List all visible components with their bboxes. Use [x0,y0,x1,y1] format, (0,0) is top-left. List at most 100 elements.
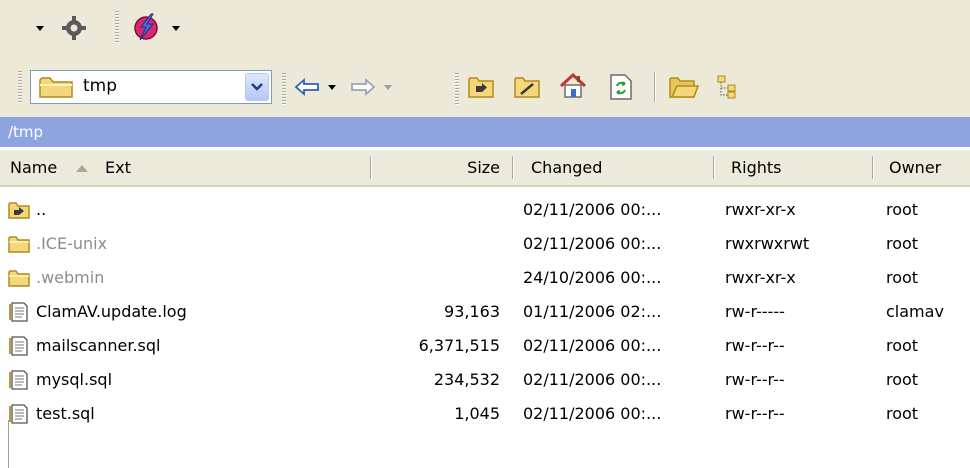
file-owner: root [886,404,919,423]
column-header-rights[interactable]: Rights [731,150,871,185]
file-changed: 01/11/2006 02:... [523,302,662,321]
file-rights: rwxrwxrwt [725,234,810,253]
folder-up-icon [468,77,494,98]
column-header-ext-label: Ext [105,158,131,177]
file-owner: clamav [886,302,944,321]
parent-directory-button[interactable] [464,72,498,102]
preferences-button[interactable] [60,14,88,42]
file-size: 6,371,515 [418,336,500,355]
text-file-icon [9,404,28,424]
tree-view-button[interactable] [712,72,742,102]
column-header-name-label: Name [10,158,58,177]
list-item[interactable]: mailscanner.sql 6,371,515 02/11/2006 00:… [0,329,970,363]
folder-up-icon [8,202,30,219]
file-size: 93,163 [444,302,500,321]
forward-button[interactable] [346,72,380,102]
column-header-size[interactable]: Size [372,150,500,185]
file-name: mysql.sql [36,370,113,389]
toolbar-separator [654,72,656,102]
folder-icon [39,77,73,98]
refresh-button[interactable] [604,72,638,102]
column-header-changed-label: Changed [531,158,603,177]
arrow-left-icon [294,78,319,96]
root-directory-button[interactable] [510,72,544,102]
location-text: tmp [83,76,118,96]
forward-dropdown-button[interactable] [380,80,396,94]
arrow-right-icon [351,78,376,96]
file-rights: rw-r--r-- [725,370,785,389]
file-rights: rw-r----- [725,302,785,321]
home-icon [559,73,587,98]
file-name: .. [36,200,47,219]
file-changed: 24/10/2006 00:... [523,268,662,287]
file-owner: root [886,200,919,219]
file-size: 1,045 [454,404,500,423]
file-size: 234,532 [433,370,500,389]
column-header-name[interactable]: Name [0,150,370,185]
location-dropdown-button[interactable] [245,73,269,101]
file-size [372,193,500,227]
gear-icon [62,16,86,40]
back-dropdown-button[interactable] [324,80,340,94]
column-header-rights-label: Rights [731,158,782,177]
column-header-owner-label: Owner [889,158,942,177]
file-owner: root [886,268,919,287]
file-changed: 02/11/2006 00:... [523,370,662,389]
chevron-down-icon [328,84,336,90]
chevron-down-icon [384,84,392,90]
file-owner: root [886,336,919,355]
column-header-owner[interactable]: Owner [889,150,969,185]
current-path-bar: /tmp [0,117,970,147]
file-changed: 02/11/2006 00:... [523,336,662,355]
column-divider[interactable] [713,156,714,179]
file-rights: rwxr-xr-x [725,268,796,287]
file-owner: root [886,234,919,253]
file-rights: rw-r--r-- [725,336,785,355]
location-combobox[interactable]: tmp [30,70,272,104]
file-name: mailscanner.sql [36,336,161,355]
toolbar-area: tmp [0,0,970,117]
list-item[interactable]: test.sql 1,045 02/11/2006 00:... rw-r--r… [0,397,970,431]
column-header-ext[interactable]: Ext [105,150,165,185]
sort-ascending-icon [76,165,89,172]
left-edge-line [8,420,9,468]
chevron-down-icon [172,25,180,31]
column-divider[interactable] [512,156,513,179]
open-directory-button[interactable] [666,72,702,102]
file-rights: rwxr-xr-x [725,200,796,219]
folder-open-icon [669,77,699,98]
column-header-changed[interactable]: Changed [531,150,711,185]
toolbar-grip[interactable] [115,10,119,44]
toolbar-grip[interactable] [282,72,286,106]
file-name: test.sql [36,404,95,423]
session-button[interactable] [128,10,164,44]
text-file-icon [9,302,28,322]
file-changed: 02/11/2006 00:... [523,234,662,253]
file-name: .webmin [36,268,105,287]
list-item[interactable]: .webmin 24/10/2006 00:... rwxr-xr-x root [0,261,970,295]
dropdown-arrow-button[interactable] [32,20,48,36]
list-item[interactable]: mysql.sql 234,532 02/11/2006 00:... rw-r… [0,363,970,397]
folder-root-icon [514,77,540,98]
folder-icon [8,270,30,287]
text-file-icon [9,370,28,390]
column-divider[interactable] [370,156,371,179]
toolbar-grip[interactable] [18,70,22,104]
toolbar-grip[interactable] [455,72,459,106]
back-button[interactable] [290,72,324,102]
file-name: ClamAV.update.log [36,302,187,321]
chevron-down-icon [36,25,44,31]
folder-icon [8,236,30,253]
file-size [372,227,500,261]
home-directory-button[interactable] [556,70,590,102]
file-size [372,261,500,295]
column-divider[interactable] [872,156,873,179]
session-dropdown-button[interactable] [168,20,184,36]
file-owner: root [886,370,919,389]
list-item[interactable]: .ICE-unix 02/11/2006 00:... rwxrwxrwt ro… [0,227,970,261]
file-name: .ICE-unix [36,234,108,253]
toolbar-row-1 [0,0,970,56]
list-item[interactable]: .. 02/11/2006 00:... rwxr-xr-x root [0,193,970,227]
list-item[interactable]: ClamAV.update.log 93,163 01/11/2006 02:.… [0,295,970,329]
chevron-down-icon [251,83,263,91]
